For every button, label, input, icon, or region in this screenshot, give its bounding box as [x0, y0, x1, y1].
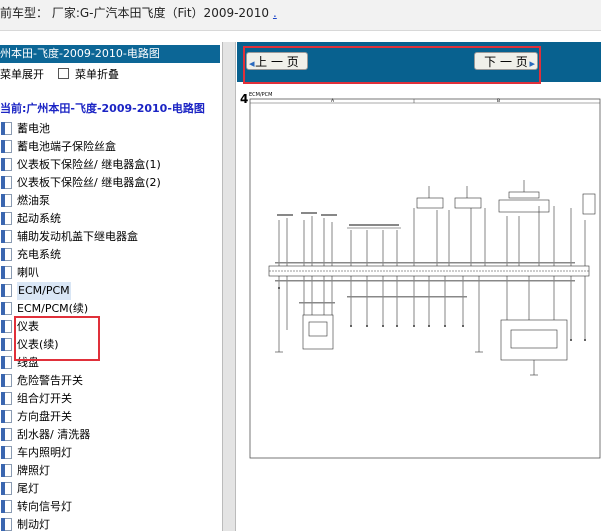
document-icon [1, 140, 12, 153]
tree-item-label: 喇叭 [17, 266, 39, 279]
header-bar: 前车型： 厂家:G-广汽本田飞度（Fit）2009-2010. [0, 0, 601, 31]
tree-item-label: ECM/PCM [17, 282, 71, 300]
document-icon [1, 374, 12, 387]
highlight-box-ecm [14, 316, 100, 361]
sidebar: 州本田-飞度-2009-2010-电路图 菜单展开 菜单折叠 当前:广州本田-飞度… [0, 42, 220, 531]
document-icon [1, 320, 12, 333]
tree-item-label: 制动灯 [17, 518, 50, 531]
document-icon [1, 410, 12, 423]
vehicle-title: 前车型： 厂家:G-广汽本田飞度（Fit）2009-2010. [0, 4, 277, 21]
document-icon [1, 266, 12, 279]
highlight-box-nav [243, 46, 541, 84]
document-icon [1, 464, 12, 477]
pane-splitter[interactable] [222, 42, 236, 531]
document-icon [1, 158, 12, 171]
tree-item[interactable]: 蓄电池 [0, 120, 220, 138]
tree-item-label: 仪表板下保险丝/ 继电器盒(1) [17, 158, 161, 171]
tree-item[interactable]: 起动系统 [0, 210, 220, 228]
tree-item[interactable]: 蓄电池端子保险丝盒 [0, 138, 220, 156]
tree-item-label: 方向盘开关 [17, 410, 72, 423]
document-icon [1, 500, 12, 513]
tree-item-label: 蓄电池 [17, 122, 50, 135]
tree-item[interactable]: 方向盘开关 [0, 408, 220, 426]
tree-item[interactable]: 仪表板下保险丝/ 继电器盒(1) [0, 156, 220, 174]
document-icon [1, 302, 12, 315]
wiring-diagram: ECM/PCM A B [249, 92, 601, 459]
document-icon [1, 518, 12, 531]
tree-toolbar: 菜单展开 菜单折叠 [0, 66, 220, 82]
collapse-all-button[interactable]: 菜单折叠 [75, 68, 119, 81]
column-b-label: B [497, 98, 500, 104]
document-icon [1, 446, 12, 459]
vehicle-title-text: 前车型： 厂家:G-广汽本田飞度（Fit）2009-2010 [0, 6, 269, 20]
document-icon [1, 122, 12, 135]
document-icon [1, 428, 12, 441]
header-link[interactable]: . [273, 6, 277, 20]
tree-item-label: 充电系统 [17, 248, 61, 261]
diagram-frame [249, 98, 601, 459]
tree-item[interactable]: 喇叭 [0, 264, 220, 282]
tree-item[interactable]: 充电系统 [0, 246, 220, 264]
diagram-title: ECM/PCM [249, 92, 272, 98]
tree-item[interactable]: 制动灯 [0, 516, 220, 531]
tree-item[interactable]: 尾灯 [0, 480, 220, 498]
collapse-icon [58, 68, 69, 79]
tree-item-label: 燃油泵 [17, 194, 50, 207]
document-icon [1, 356, 12, 369]
circuit-lines [268, 180, 596, 376]
tree-item[interactable]: ECM/PCM [0, 282, 220, 300]
document-icon [1, 230, 12, 243]
tree-item[interactable]: 组合灯开关 [0, 390, 220, 408]
tree-item-label: 蓄电池端子保险丝盒 [17, 140, 116, 153]
expand-all-button[interactable]: 菜单展开 [0, 68, 44, 81]
document-icon [1, 392, 12, 405]
content-pane: ◂ 上 一 页 下 一 页 ▸ 4 ECM/PCM A B [237, 42, 601, 531]
document-icon [1, 482, 12, 495]
document-icon [1, 338, 12, 351]
tree-item-label: 转向信号灯 [17, 500, 72, 513]
tree-item-label: 牌照灯 [17, 464, 50, 477]
tree-item-label: 仪表板下保险丝/ 继电器盒(2) [17, 176, 161, 189]
page-number: 4 [240, 92, 249, 106]
tree-item[interactable]: 转向信号灯 [0, 498, 220, 516]
tree-item[interactable]: 燃油泵 [0, 192, 220, 210]
tree-item-label: 组合灯开关 [17, 392, 72, 405]
current-path: 当前:广州本田-飞度-2009-2010-电路图 [0, 102, 205, 115]
tree-item[interactable]: 刮水器/ 清洗器 [0, 426, 220, 444]
document-icon [1, 194, 12, 207]
sidebar-title: 州本田-飞度-2009-2010-电路图 [0, 45, 220, 63]
document-icon [1, 176, 12, 189]
tree-item[interactable]: 辅助发动机盖下继电器盒 [0, 228, 220, 246]
tree-item-label: 危险警告开关 [17, 374, 83, 387]
tree-item-label: 起动系统 [17, 212, 61, 225]
document-icon [1, 248, 12, 261]
tree-item[interactable]: 危险警告开关 [0, 372, 220, 390]
tree-item-label: 车内照明灯 [17, 446, 72, 459]
tree-item-label: 刮水器/ 清洗器 [17, 428, 91, 441]
tree-item[interactable]: 牌照灯 [0, 462, 220, 480]
tree-item[interactable]: 仪表板下保险丝/ 继电器盒(2) [0, 174, 220, 192]
document-icon [1, 212, 12, 225]
document-icon [1, 284, 12, 297]
tree-item-label: 尾灯 [17, 482, 39, 495]
tree-item-label: 辅助发动机盖下继电器盒 [17, 230, 138, 243]
pin-labels [275, 212, 575, 304]
tree-item[interactable]: 车内照明灯 [0, 444, 220, 462]
